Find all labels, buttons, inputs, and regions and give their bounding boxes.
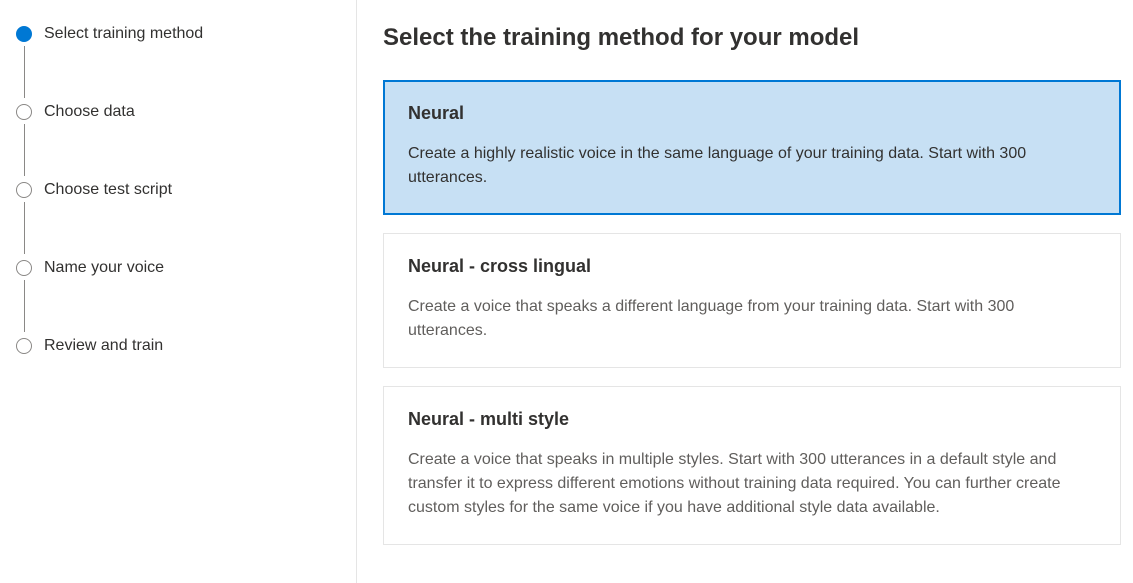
step-connector-line: [24, 280, 25, 332]
step-marker-inactive-icon: [16, 338, 32, 354]
step-choose-test-script[interactable]: Choose test script: [16, 180, 336, 258]
page-title: Select the training method for your mode…: [383, 24, 1121, 52]
step-connector-line: [24, 46, 25, 98]
step-marker-active-icon: [16, 26, 32, 42]
wizard-sidebar: Select training method Choose data Choos…: [0, 0, 357, 583]
option-description: Create a voice that speaks a different l…: [408, 295, 1096, 343]
step-marker-inactive-icon: [16, 182, 32, 198]
step-name-your-voice[interactable]: Name your voice: [16, 258, 336, 336]
step-marker-inactive-icon: [16, 104, 32, 120]
step-choose-data[interactable]: Choose data: [16, 102, 336, 180]
step-label: Choose test script: [44, 180, 172, 200]
training-method-option-neural-cross-lingual[interactable]: Neural - cross lingual Create a voice th…: [383, 233, 1121, 368]
step-connector-line: [24, 124, 25, 176]
option-title: Neural: [408, 103, 1096, 124]
step-label: Review and train: [44, 336, 163, 356]
step-connector-line: [24, 202, 25, 254]
step-label: Select training method: [44, 24, 203, 44]
option-description: Create a highly realistic voice in the s…: [408, 142, 1096, 190]
step-marker-inactive-icon: [16, 260, 32, 276]
wizard-steps: Select training method Choose data Choos…: [16, 24, 336, 356]
option-title: Neural - cross lingual: [408, 256, 1096, 277]
option-title: Neural - multi style: [408, 409, 1096, 430]
training-method-option-neural[interactable]: Neural Create a highly realistic voice i…: [383, 80, 1121, 215]
step-label: Name your voice: [44, 258, 164, 278]
page-container: Select training method Choose data Choos…: [0, 0, 1133, 583]
training-method-option-neural-multi-style[interactable]: Neural - multi style Create a voice that…: [383, 386, 1121, 545]
step-select-training-method[interactable]: Select training method: [16, 24, 336, 102]
option-description: Create a voice that speaks in multiple s…: [408, 448, 1096, 520]
step-label: Choose data: [44, 102, 135, 122]
main-content: Select the training method for your mode…: [357, 0, 1133, 583]
step-review-and-train[interactable]: Review and train: [16, 336, 336, 356]
